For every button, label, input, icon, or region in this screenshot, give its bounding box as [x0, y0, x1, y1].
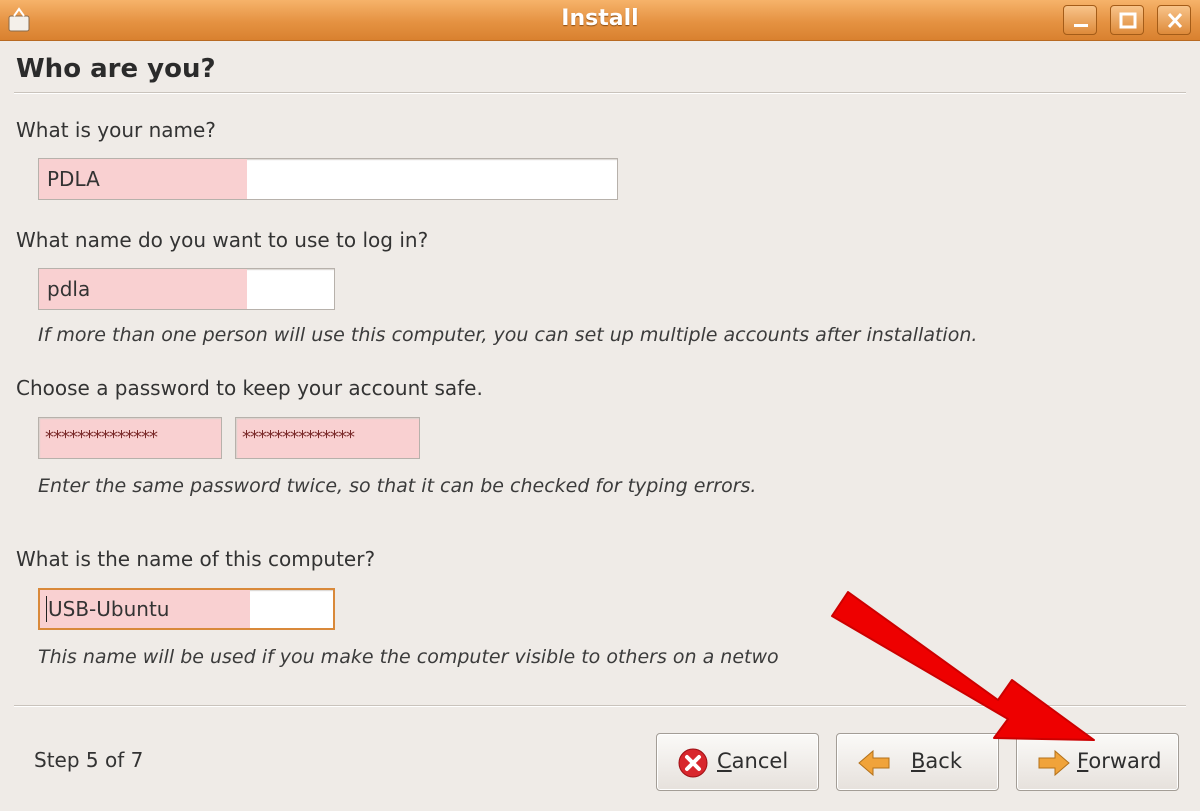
- username-input[interactable]: pdla: [38, 268, 335, 310]
- close-icon: [1167, 12, 1183, 29]
- window-titlebar[interactable]: Install: [0, 0, 1200, 41]
- confirm-password-input[interactable]: **************: [235, 417, 420, 459]
- maximize-icon: [1119, 12, 1137, 29]
- back-arrow-icon: [858, 749, 890, 777]
- login-label: What name do you want to use to log in?: [16, 228, 429, 252]
- cancel-icon: [678, 748, 708, 778]
- back-label: Back: [911, 749, 962, 773]
- forward-arrow-icon: [1038, 749, 1070, 777]
- computer-name-label: What is the name of this computer?: [16, 547, 376, 571]
- confirm-password-mask: **************: [242, 427, 355, 448]
- password-input[interactable]: **************: [38, 417, 222, 459]
- header-divider: [14, 92, 1186, 94]
- forward-label: Forward: [1077, 749, 1162, 773]
- computer-name-value: USB-Ubuntu: [48, 597, 170, 621]
- cancel-label: Cancel: [717, 749, 789, 773]
- close-button[interactable]: [1157, 5, 1191, 35]
- computer-name-hint: This name will be used if you make the c…: [38, 646, 779, 668]
- step-indicator: Step 5 of 7: [34, 748, 144, 772]
- window-title: Install: [561, 6, 639, 31]
- page-title: Who are you?: [16, 54, 216, 84]
- maximize-button[interactable]: [1110, 5, 1144, 35]
- full-name-value: PDLA: [47, 167, 100, 191]
- back-button[interactable]: Back: [836, 733, 999, 791]
- full-name-input[interactable]: PDLA: [38, 158, 618, 200]
- computer-name-input[interactable]: USB-Ubuntu: [38, 588, 335, 630]
- password-label: Choose a password to keep your account s…: [16, 376, 483, 400]
- password-mask: **************: [45, 427, 158, 448]
- cancel-button[interactable]: Cancel: [656, 733, 819, 791]
- forward-button[interactable]: Forward: [1016, 733, 1179, 791]
- text-caret: [46, 596, 47, 622]
- name-label: What is your name?: [16, 118, 216, 142]
- password-hint: Enter the same password twice, so that i…: [38, 475, 757, 497]
- minimize-button[interactable]: [1063, 5, 1097, 35]
- login-hint: If more than one person will use this co…: [38, 324, 978, 346]
- username-value: pdla: [47, 277, 91, 301]
- footer-divider: [14, 705, 1186, 707]
- minimize-icon: [1074, 24, 1088, 27]
